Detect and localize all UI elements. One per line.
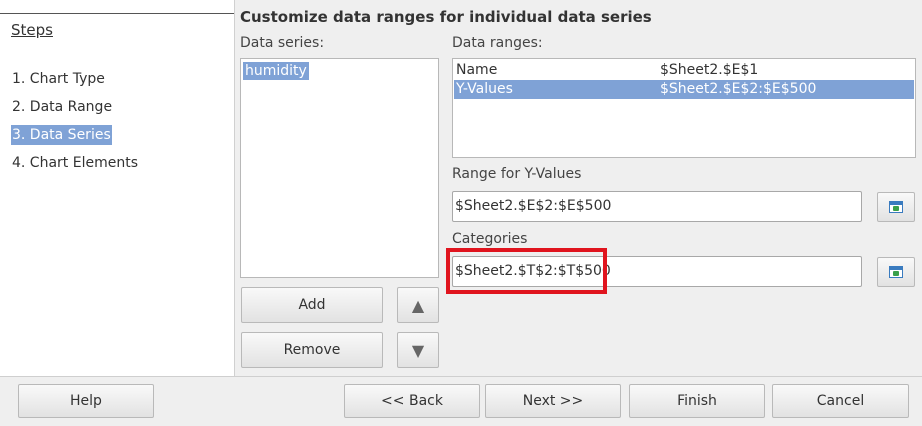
help-button[interactable]: Help <box>18 384 154 418</box>
data-ranges-label: Data ranges: <box>452 35 543 51</box>
move-up-button[interactable]: ▲ <box>397 287 439 323</box>
range-for-label: Range for Y-Values <box>452 166 582 182</box>
series-item-humidity[interactable]: humidity <box>243 62 309 80</box>
highlight-box <box>446 248 607 294</box>
select-range-icon <box>889 266 903 278</box>
step-chart-elements[interactable]: 4. Chart Elements <box>11 153 139 173</box>
steps-title: Steps <box>11 21 53 39</box>
steps-divider <box>0 13 234 14</box>
range-for-input[interactable]: $Sheet2.$E$2:$E$500 <box>452 191 862 222</box>
categories-label: Categories <box>452 231 528 247</box>
add-button[interactable]: Add <box>241 287 383 323</box>
remove-button[interactable]: Remove <box>241 332 383 368</box>
back-button[interactable]: << Back <box>344 384 480 418</box>
range-role: Name <box>456 62 498 78</box>
cancel-button[interactable]: Cancel <box>772 384 909 418</box>
next-button[interactable]: Next >> <box>485 384 621 418</box>
steps-panel <box>0 0 235 376</box>
step-data-range[interactable]: 2. Data Range <box>11 97 113 117</box>
data-series-label: Data series: <box>240 35 325 51</box>
range-row-name[interactable]: Name $Sheet2.$E$1 <box>454 61 914 80</box>
categories-select-button[interactable] <box>877 257 915 287</box>
arrow-up-icon: ▲ <box>411 295 425 315</box>
range-value: $Sheet2.$E$2:$E$500 <box>660 81 817 97</box>
range-row-y-values[interactable]: Y-Values $Sheet2.$E$2:$E$500 <box>454 80 914 99</box>
range-value: $Sheet2.$E$1 <box>660 62 759 78</box>
data-ranges-table[interactable]: Name $Sheet2.$E$1 Y-Values $Sheet2.$E$2:… <box>452 58 916 158</box>
step-data-series[interactable]: 3. Data Series <box>11 125 112 145</box>
data-series-list[interactable]: humidity <box>240 58 439 278</box>
select-range-icon <box>889 201 903 213</box>
page-heading: Customize data ranges for individual dat… <box>240 8 652 26</box>
move-down-button[interactable]: ▼ <box>397 332 439 368</box>
step-chart-type[interactable]: 1. Chart Type <box>11 69 106 89</box>
finish-button[interactable]: Finish <box>629 384 765 418</box>
range-for-select-button[interactable] <box>877 192 915 222</box>
arrow-down-icon: ▼ <box>411 340 425 360</box>
range-role: Y-Values <box>456 81 513 97</box>
